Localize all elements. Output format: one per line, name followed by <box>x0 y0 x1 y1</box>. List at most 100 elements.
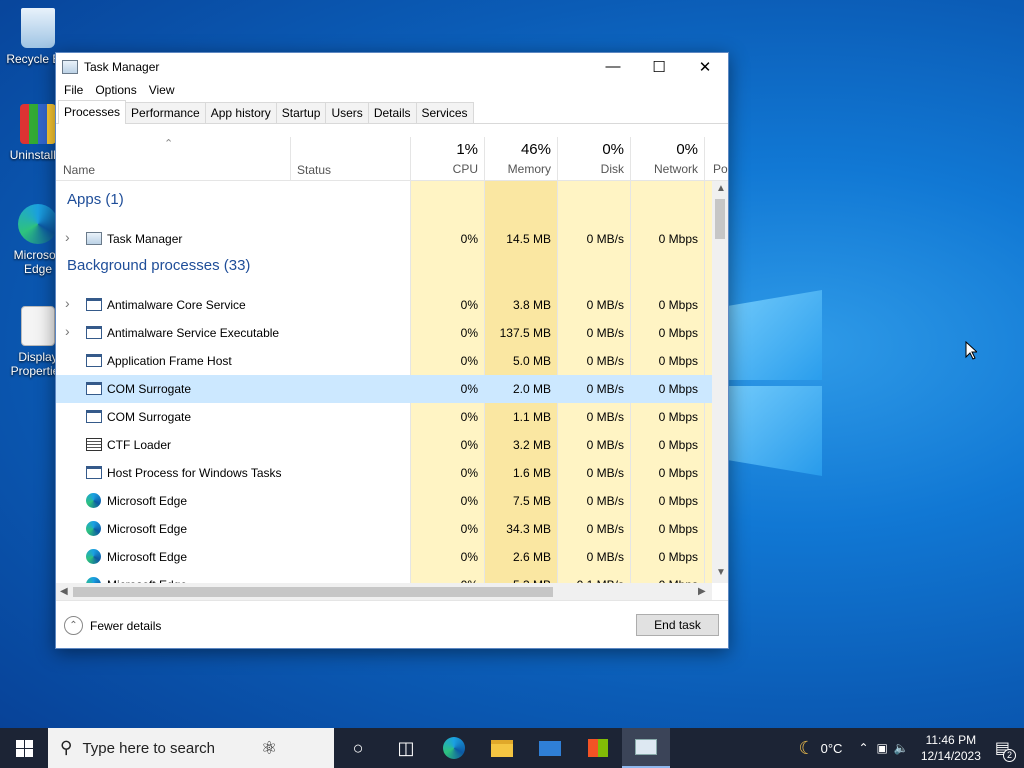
clock[interactable]: 11:46 PM 12/14/2023 <box>921 732 981 764</box>
scroll-left-icon[interactable]: ◀ <box>60 586 68 597</box>
process-network: 0 Mbps <box>658 232 698 246</box>
process-cpu: 0% <box>460 354 478 368</box>
service-icon <box>86 326 102 339</box>
moon-weather-icon[interactable]: ☾ <box>798 738 814 759</box>
process-network: 0 Mbps <box>658 494 698 508</box>
tab-app-history[interactable]: App history <box>204 102 277 123</box>
column-cpu[interactable]: 1% CPU <box>410 137 484 181</box>
column-status[interactable]: Status <box>297 163 331 177</box>
process-memory: 14.5 MB <box>506 232 551 246</box>
fewer-details-label: Fewer details <box>90 618 162 633</box>
sort-caret-icon: ⌃ <box>164 138 174 150</box>
process-disk: 0 MB/s <box>586 354 624 368</box>
column-memory[interactable]: 46% Memory <box>484 137 557 181</box>
menu-view[interactable]: View <box>143 83 181 97</box>
service-icon <box>86 298 102 311</box>
expand-chevron-icon[interactable]: › <box>65 229 70 245</box>
minimize-button[interactable]: — <box>590 53 636 80</box>
process-name: Application Frame Host <box>107 354 232 368</box>
network-icon[interactable]: ▣ <box>877 741 888 755</box>
process-memory: 1.1 MB <box>512 410 551 424</box>
process-row[interactable]: COM Surrogate 0% 1.1 MB 0 MB/s 0 Mbps <box>56 403 712 431</box>
search-input[interactable]: Type here to search <box>82 740 215 757</box>
edge-icon <box>86 521 101 536</box>
process-grid: ⌃ Name Status 1% CPU 46% Memory 0% Disk … <box>56 137 728 583</box>
widgets-icon[interactable]: ◫ <box>382 728 430 768</box>
process-memory: 1.6 MB <box>512 466 551 480</box>
scroll-right-icon[interactable]: ▶ <box>698 586 706 597</box>
maximize-button[interactable]: ☐ <box>636 53 682 80</box>
expand-chevron-icon[interactable]: › <box>65 295 70 311</box>
tab-processes[interactable]: Processes <box>58 100 127 124</box>
task-manager-taskbar-icon[interactable] <box>622 728 670 768</box>
store-icon[interactable] <box>574 728 622 768</box>
vertical-scroll-thumb[interactable] <box>715 199 725 239</box>
clock-time: 11:46 PM <box>925 733 977 747</box>
column-disk[interactable]: 0% Disk <box>557 137 630 181</box>
process-row[interactable]: › Task Manager 0% 14.5 MB 0 MB/s 0 Mbps <box>56 225 712 253</box>
recycle-bin-icon <box>21 8 55 48</box>
menu-file[interactable]: File <box>58 83 89 97</box>
column-network[interactable]: 0% Network <box>630 137 704 181</box>
edge-taskbar-icon[interactable] <box>430 728 478 768</box>
process-row[interactable]: Microsoft Edge 0% 2.6 MB 0 MB/s 0 Mbps <box>56 543 712 571</box>
process-disk: 0 MB/s <box>586 382 624 396</box>
process-row[interactable]: › Antimalware Service Executable 0% 137.5 M… <box>56 319 712 347</box>
tab-users[interactable]: Users <box>325 102 369 123</box>
weather-temp[interactable]: 0°C <box>821 741 843 756</box>
tab-services[interactable]: Services <box>415 102 474 123</box>
process-row[interactable]: Microsoft Edge0%5.3 MB0.1 MB/s0 Mbps <box>56 571 712 583</box>
notification-center-icon[interactable]: ▤ 2 <box>995 738 1016 762</box>
taskbar-search[interactable]: ⚲ Type here to search ⚛ <box>48 728 334 768</box>
process-cpu: 0% <box>460 382 478 396</box>
scroll-down-icon[interactable]: ▼ <box>716 567 726 578</box>
process-row[interactable]: CTF Loader 0% 3.2 MB 0 MB/s 0 Mbps <box>56 431 712 459</box>
column-power[interactable]: Po <box>704 137 728 181</box>
cpu-total: 1% <box>456 141 478 158</box>
disk-total: 0% <box>602 141 624 158</box>
service-icon <box>86 466 102 479</box>
process-row[interactable]: Host Process for Windows Tasks 0% 1.6 MB 0 … <box>56 459 712 487</box>
title-bar[interactable]: Task Manager — ☐ ✕ <box>56 53 728 80</box>
process-row[interactable]: Microsoft Edge 0% 7.5 MB 0 MB/s 0 Mbps <box>56 487 712 515</box>
scroll-up-icon[interactable]: ▲ <box>716 183 726 194</box>
service-icon <box>86 354 102 367</box>
process-list: Apps (1) Background processes (33) › Task… <box>56 181 712 583</box>
notification-count: 2 <box>1003 749 1016 762</box>
process-cpu: 0% <box>460 438 478 452</box>
vertical-scrollbar[interactable]: ▲ ▼ <box>712 181 728 583</box>
process-network: 0 Mbps <box>658 438 698 452</box>
tray-chevron-up-icon[interactable]: ⌃ <box>858 741 868 755</box>
process-memory: 7.5 MB <box>512 494 551 508</box>
clock-date: 12/14/2023 <box>920 749 981 763</box>
end-task-button[interactable]: End task <box>636 614 719 636</box>
fewer-details-link[interactable]: ⌃ Fewer details <box>64 616 161 635</box>
tab-startup[interactable]: Startup <box>275 102 327 123</box>
tab-details[interactable]: Details <box>367 102 417 123</box>
process-row[interactable]: COM Surrogate 0% 2.0 MB 0 MB/s 0 Mbps <box>56 375 712 403</box>
process-disk: 0 MB/s <box>586 438 624 452</box>
process-row[interactable]: Application Frame Host 0% 5.0 MB 0 MB/s 0 Mb… <box>56 347 712 375</box>
process-row[interactable]: › Antimalware Core Service 0% 3.8 MB 0 MB/s 0… <box>56 291 712 319</box>
task-view-icon[interactable]: ○ <box>334 728 382 768</box>
start-button[interactable] <box>0 728 48 768</box>
file-explorer-icon[interactable] <box>478 728 526 768</box>
menu-options[interactable]: Options <box>89 83 142 97</box>
volume-muted-icon[interactable]: 🔈 <box>894 741 909 755</box>
mail-icon[interactable] <box>526 728 574 768</box>
horizontal-scrollbar[interactable]: ◀ ▶ <box>56 583 712 600</box>
horizontal-scroll-thumb[interactable] <box>73 587 553 597</box>
process-disk: 0 MB/s <box>586 494 624 508</box>
process-memory: 5.0 MB <box>512 354 551 368</box>
process-memory: 3.2 MB <box>512 438 551 452</box>
column-name[interactable]: Name <box>63 163 95 177</box>
tab-performance[interactable]: Performance <box>125 102 206 123</box>
expand-chevron-icon[interactable]: › <box>65 323 70 339</box>
process-name: Microsoft Edge <box>107 494 188 508</box>
disk-label: Disk <box>600 162 624 176</box>
close-button[interactable]: ✕ <box>682 53 728 80</box>
search-highlight-icon: ⚛ <box>261 737 278 758</box>
ctf-loader-icon <box>86 438 102 451</box>
process-row[interactable]: Microsoft Edge 0% 34.3 MB 0 MB/s 0 Mbps <box>56 515 712 543</box>
process-name: Microsoft Edge <box>107 550 188 564</box>
